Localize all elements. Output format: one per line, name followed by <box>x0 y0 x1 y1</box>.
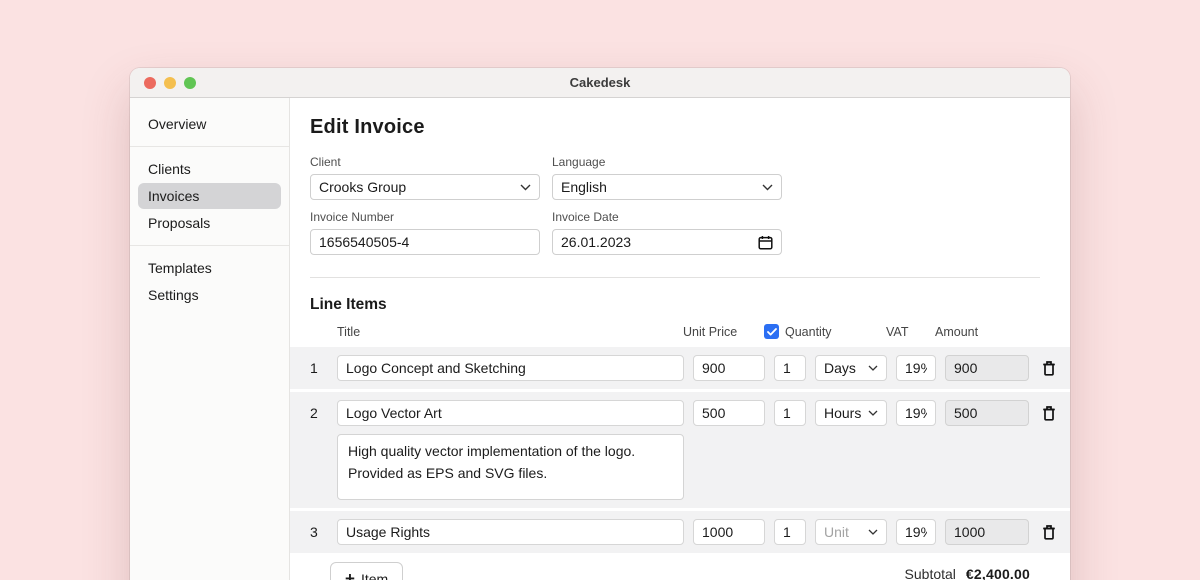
row-vat-input[interactable] <box>896 355 936 381</box>
row-unit-select[interactable]: Unit <box>815 519 887 545</box>
calendar-icon[interactable] <box>758 235 773 250</box>
language-select[interactable]: English <box>552 174 782 200</box>
column-quantity: Quantity <box>785 325 832 339</box>
row-unit-price-input[interactable] <box>693 519 765 545</box>
row-quantity-input[interactable] <box>774 355 806 381</box>
sidebar-item-invoices[interactable]: Invoices <box>138 183 281 209</box>
row-amount-field <box>945 519 1029 545</box>
row-title-input[interactable] <box>337 400 684 426</box>
line-item-row-1: 1 Days <box>290 347 1070 389</box>
chevron-down-icon <box>762 184 773 191</box>
main-content: Edit Invoice Client Crooks Group Languag… <box>290 98 1070 580</box>
page-title: Edit Invoice <box>310 116 1060 139</box>
sidebar-item-templates[interactable]: Templates <box>138 255 281 281</box>
subtotal-value: €2,400.00 <box>966 566 1030 580</box>
client-label: Client <box>310 155 540 169</box>
row-quantity-input[interactable] <box>774 519 806 545</box>
row-title-input[interactable] <box>337 355 684 381</box>
invoice-date-label: Invoice Date <box>552 210 782 224</box>
window-title: Cakedesk <box>130 75 1070 90</box>
row-unit-value: Days <box>824 360 856 376</box>
delete-row-icon[interactable] <box>1038 360 1060 376</box>
row-amount-field <box>945 400 1029 426</box>
invoice-date-input[interactable]: 26.01.2023 <box>552 229 782 255</box>
sidebar-item-settings[interactable]: Settings <box>138 282 281 308</box>
column-title: Title <box>337 325 674 339</box>
add-item-button[interactable]: + Item <box>330 562 403 580</box>
row-unit-select[interactable]: Hours <box>815 400 887 426</box>
line-items-header: Title Unit Price Quantity VAT Amount <box>310 324 1060 347</box>
sidebar-item-proposals[interactable]: Proposals <box>138 210 281 236</box>
language-label: Language <box>552 155 782 169</box>
column-unit-price: Unit Price <box>683 325 755 339</box>
subtotal: Subtotal €2,400.00 <box>905 562 1030 580</box>
row-quantity-input[interactable] <box>774 400 806 426</box>
sidebar-item-overview[interactable]: Overview <box>138 111 281 137</box>
row-unit-select[interactable]: Days <box>815 355 887 381</box>
invoice-number-input[interactable] <box>310 229 540 255</box>
client-select[interactable]: Crooks Group <box>310 174 540 200</box>
invoice-date-value: 26.01.2023 <box>561 234 631 250</box>
column-vat: VAT <box>886 325 926 339</box>
sidebar-divider <box>130 245 289 246</box>
row-number: 3 <box>310 524 328 540</box>
add-item-label: Item <box>361 571 388 580</box>
sidebar: Overview Clients Invoices Proposals Temp… <box>130 98 290 580</box>
row-number: 1 <box>310 360 328 376</box>
plus-icon: + <box>345 570 355 580</box>
window-titlebar: Cakedesk <box>130 68 1070 98</box>
invoice-number-label: Invoice Number <box>310 210 540 224</box>
line-item-row-3: 3 Unit <box>290 511 1070 553</box>
chevron-down-icon <box>868 529 878 535</box>
row-unit-price-input[interactable] <box>693 355 765 381</box>
language-select-value: English <box>561 179 607 195</box>
app-window: Cakedesk Overview Clients Invoices Propo… <box>130 68 1070 580</box>
delete-row-icon[interactable] <box>1038 405 1060 421</box>
row-title-input[interactable] <box>337 519 684 545</box>
sidebar-item-clients[interactable]: Clients <box>138 156 281 182</box>
chevron-down-icon <box>868 410 878 416</box>
client-select-value: Crooks Group <box>319 179 406 195</box>
row-unit-value: Hours <box>824 405 861 421</box>
column-amount: Amount <box>935 325 1019 339</box>
row-number: 2 <box>310 405 328 421</box>
row-unit-placeholder: Unit <box>824 524 849 540</box>
quantity-checkbox[interactable] <box>764 324 779 339</box>
line-items-heading: Line Items <box>310 296 1060 314</box>
chevron-down-icon <box>520 184 531 191</box>
row-vat-input[interactable] <box>896 519 936 545</box>
row-amount-field <box>945 355 1029 381</box>
chevron-down-icon <box>868 365 878 371</box>
delete-row-icon[interactable] <box>1038 524 1060 540</box>
line-item-row-2: 2 Hours <box>290 392 1070 508</box>
row-description-textarea[interactable]: High quality vector implementation of th… <box>337 434 684 500</box>
row-vat-input[interactable] <box>896 400 936 426</box>
sidebar-divider <box>130 146 289 147</box>
row-unit-price-input[interactable] <box>693 400 765 426</box>
subtotal-label: Subtotal <box>905 566 956 580</box>
section-divider <box>310 277 1040 278</box>
